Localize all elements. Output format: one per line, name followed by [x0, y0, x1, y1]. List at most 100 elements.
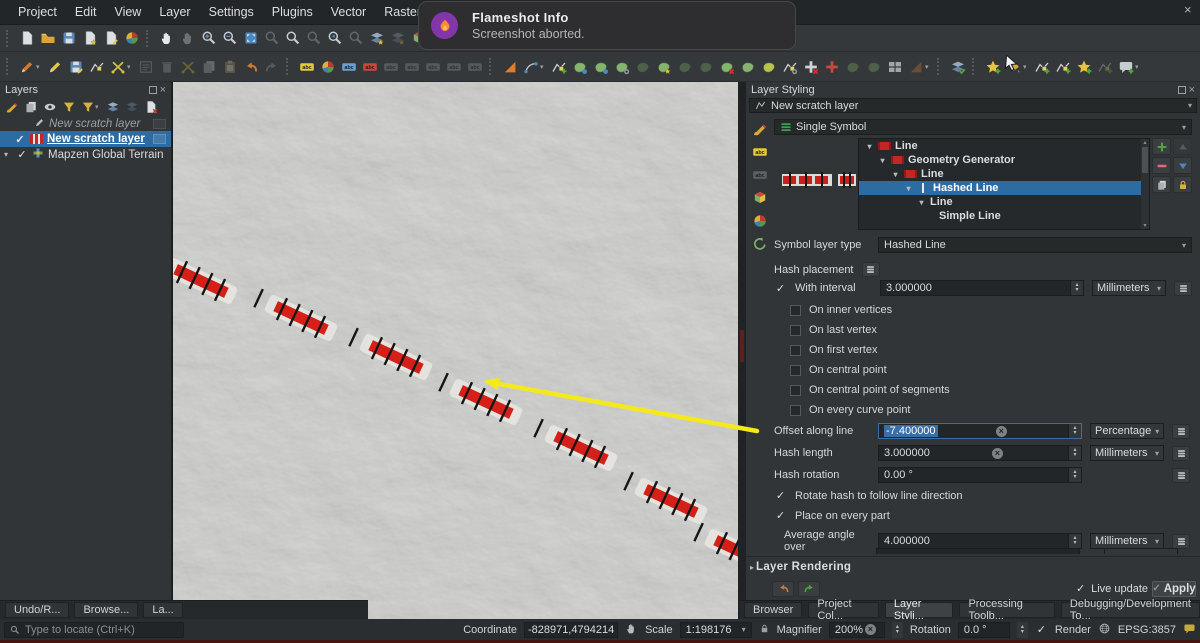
spinner-buttons[interactable]: ▴ ▾	[1067, 446, 1081, 460]
hash-length-unit-combo[interactable]: Millimeters ▾	[1090, 445, 1164, 461]
tree-item-line[interactable]: ▾ Line	[859, 139, 1149, 153]
digitize-with-curve-dropdown-icon[interactable]: ▾	[540, 63, 548, 71]
add-ring-icon[interactable]	[654, 57, 674, 77]
tree-item-line3[interactable]: ▾ Line	[859, 195, 1149, 209]
attribute-table-icon[interactable]	[885, 57, 905, 77]
delete-selected-icon[interactable]	[157, 57, 177, 77]
rotation-spinner[interactable]: ▴ ▾	[1016, 621, 1028, 638]
scroll-down-icon[interactable]: ▾	[1141, 222, 1149, 229]
labels-tab-icon[interactable]: abc	[750, 143, 770, 161]
layer-row-new-scratch-layer[interactable]: ✓ New scratch layer	[0, 131, 171, 147]
new-print-layout-icon[interactable]	[80, 28, 100, 48]
scale-combo[interactable]: 1:198176 ▾	[679, 621, 752, 638]
caret-down-icon[interactable]: ▾	[917, 198, 926, 207]
simplify-feature-icon[interactable]	[633, 57, 653, 77]
zoom-full-icon[interactable]	[241, 28, 261, 48]
vertex-tool-icon[interactable]	[780, 57, 800, 77]
layer-row-mapzen-terrain[interactable]: ▾ ✓ Mapzen Global Terrain	[0, 147, 171, 162]
offset-point-symbols-icon[interactable]	[864, 57, 884, 77]
filter-by-expression-icon[interactable]	[78, 98, 97, 116]
fill-ring-icon[interactable]	[696, 57, 716, 77]
show-layout-manager-icon[interactable]	[101, 28, 121, 48]
hash-rotation-spinbox[interactable]: 0.00 ° ▴ ▾	[878, 467, 1082, 483]
zoom-to-selection-icon[interactable]	[262, 28, 282, 48]
live-update-checkbox[interactable]: ✓	[1074, 582, 1087, 595]
new-annotation-icon[interactable]	[1116, 57, 1136, 77]
new-annotation-dropdown-icon[interactable]: ▾	[1135, 63, 1143, 71]
3d-view-tab-icon[interactable]	[750, 189, 770, 207]
snapping-options-dropdown-icon[interactable]: ▾	[127, 63, 135, 71]
caret-down-icon[interactable]: ▾	[865, 142, 874, 151]
crs-value[interactable]: EPSG:3857	[1118, 624, 1176, 636]
clear-value-icon[interactable]: ×	[991, 447, 1003, 459]
move-label-icon[interactable]: abc	[423, 57, 443, 77]
renderer-combo[interactable]: Single Symbol ▾	[774, 119, 1192, 135]
caret-right-icon[interactable]: ▸	[750, 563, 754, 572]
topology-checker-icon[interactable]	[1095, 57, 1115, 77]
map-themes-icon[interactable]	[948, 57, 968, 77]
tab-debugging-development[interactable]: Debugging/Development To...	[1060, 598, 1200, 622]
current-edits-dropdown-icon[interactable]: ▾	[36, 63, 44, 71]
offset-unit-combo[interactable]: Percentage ▾	[1090, 423, 1164, 439]
copy-features-icon[interactable]	[199, 57, 219, 77]
on-central-point-segments-checkbox[interactable]	[790, 384, 801, 396]
apply-button[interactable]: ✓ Apply	[1152, 580, 1196, 597]
save-layer-edits-icon[interactable]	[66, 57, 86, 77]
rotate-point-symbols-icon[interactable]	[843, 57, 863, 77]
tab-layers[interactable]: La...	[143, 602, 183, 618]
vertex-editor-all-layers-icon[interactable]	[1032, 57, 1052, 77]
zoom-next-icon[interactable]	[346, 28, 366, 48]
rotate-feature-icon[interactable]	[612, 57, 632, 77]
collapse-all-icon[interactable]	[122, 98, 141, 116]
new-project-icon[interactable]	[17, 28, 37, 48]
lock-colors-button[interactable]	[1173, 176, 1192, 193]
offset-curve-icon[interactable]	[759, 57, 779, 77]
spinner-buttons[interactable]: ▴ ▾	[1068, 468, 1081, 482]
history-tab-icon[interactable]	[750, 235, 770, 253]
clear-value-icon[interactable]: ×	[864, 624, 876, 635]
new-map-view-icon[interactable]	[367, 28, 387, 48]
remove-layer-icon[interactable]	[141, 98, 160, 116]
layer-row-editing[interactable]: New scratch layer	[0, 116, 171, 131]
data-defined-override-button[interactable]	[1172, 423, 1190, 439]
pin-labels-icon[interactable]: abc	[381, 57, 401, 77]
change-label-properties-icon[interactable]: abc	[465, 57, 485, 77]
rotation-value[interactable]: 0.0 °	[957, 621, 1010, 638]
place-every-part-checkbox[interactable]: ✓	[774, 509, 787, 522]
interval-spinbox[interactable]: 3.000000 ▴ ▾	[880, 280, 1084, 296]
paste-features-icon[interactable]	[220, 57, 240, 77]
interval-unit-combo[interactable]: Millimeters ▾	[1092, 280, 1166, 296]
filter-legend-icon[interactable]	[59, 98, 78, 116]
close-panel-icon[interactable]: ×	[1189, 84, 1195, 95]
map-canvas[interactable]	[172, 82, 738, 619]
coordinate-value[interactable]: -828971,4794214	[524, 621, 619, 638]
symbology-tab-icon[interactable]	[750, 120, 770, 138]
rotate-label-icon[interactable]: abc	[444, 57, 464, 77]
magnifier-value[interactable]: 200% ×	[828, 621, 885, 638]
fill-style-dropdown-icon[interactable]: ▾	[1023, 63, 1031, 71]
on-last-vertex-checkbox[interactable]	[790, 324, 801, 336]
layer-rendering-header[interactable]: Layer Rendering	[756, 561, 851, 573]
style-manager-icon[interactable]	[122, 28, 142, 48]
average-angle-unit-combo[interactable]: Millimeters ▾	[1090, 533, 1164, 549]
caret-down-icon[interactable]: ▾	[891, 170, 900, 179]
tree-item-hashed-line[interactable]: ▾ Hashed Line	[859, 181, 1149, 195]
messages-icon[interactable]	[1183, 622, 1196, 638]
move-up-button[interactable]	[1173, 138, 1192, 155]
add-line-feature-icon[interactable]	[549, 57, 569, 77]
tree-item-geometry-generator[interactable]: ▾ Geometry Generator	[859, 153, 1149, 167]
current-edits-icon[interactable]	[17, 57, 37, 77]
measure-icon[interactable]	[500, 57, 520, 77]
menu-edit[interactable]: Edit	[67, 2, 105, 22]
with-interval-checkbox[interactable]: ✓	[774, 282, 787, 295]
data-defined-override-button[interactable]	[1172, 445, 1190, 461]
bookmarks-icon[interactable]	[388, 28, 408, 48]
render-checkbox[interactable]: ✓	[1035, 623, 1048, 636]
average-angle-spinbox[interactable]: 4.000000 ▴ ▾	[878, 533, 1082, 549]
zoom-to-layer-icon[interactable]	[283, 28, 303, 48]
zoom-in-icon[interactable]	[199, 28, 219, 48]
on-first-vertex-checkbox[interactable]	[790, 344, 801, 356]
crs-globe-icon[interactable]	[1098, 622, 1111, 638]
tree-item-line2[interactable]: ▾ Line	[859, 167, 1149, 181]
new-temporary-scratch-layer-icon[interactable]	[87, 57, 107, 77]
